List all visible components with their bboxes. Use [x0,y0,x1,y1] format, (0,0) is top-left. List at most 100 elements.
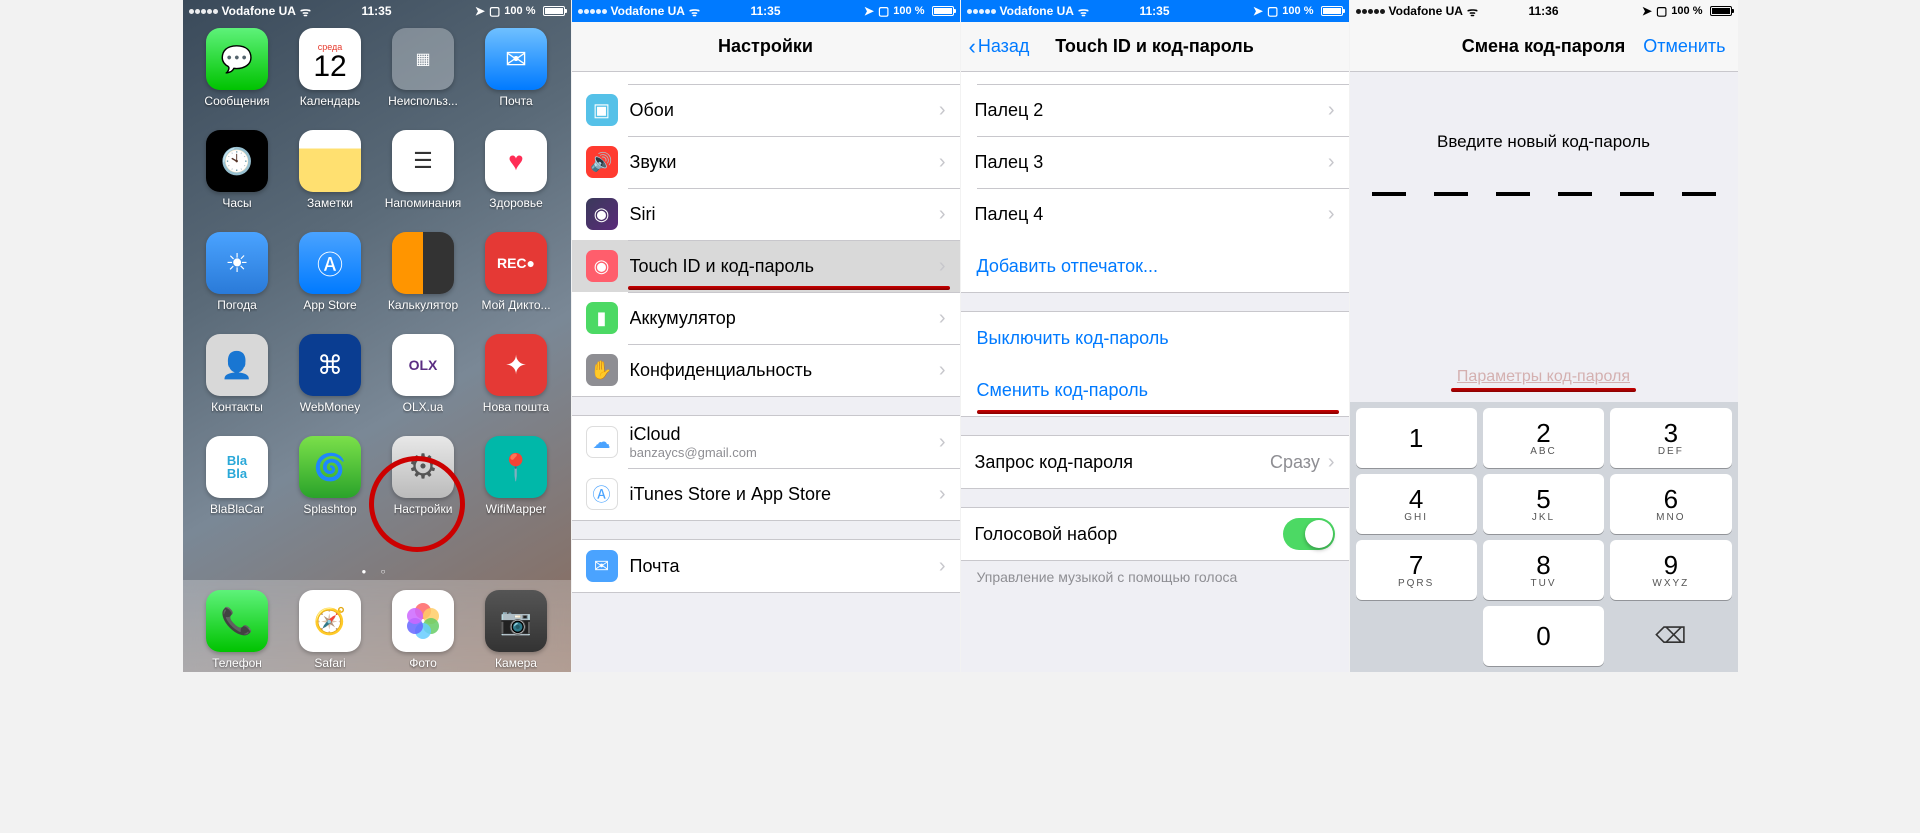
row-touchid[interactable]: ◉Touch ID и код-пароль› [572,240,960,292]
battery-icon [1710,6,1732,16]
app-calculator[interactable]: Калькулятор [382,232,464,334]
chevron-right-icon: › [939,99,946,122]
touchid-list[interactable]: Палец 2› Палец 3› Палец 4› Добавить отпе… [961,72,1349,672]
wifi-icon: ᯤ [689,3,700,20]
app-contacts[interactable]: 👤Контакты [196,334,278,436]
app-wifimapper[interactable]: 📍WifiMapper [475,436,557,538]
app-photos[interactable]: Фото [382,590,464,670]
nav-back-button[interactable]: ‹Назад [969,22,1030,71]
siri-icon: ◉ [586,198,618,230]
carrier-label: Vodafone UA [611,4,685,18]
row-privacy[interactable]: ✋Конфиденциальность› [572,344,960,396]
app-clock[interactable]: 🕙Часы [196,130,278,232]
app-splashtop[interactable]: 🌀Splashtop [289,436,371,538]
fingerprint-icon: ◉ [586,250,618,282]
row-finger2[interactable]: Палец 2› [961,84,1349,136]
webmoney-icon: ⌘ [299,334,361,396]
app-blablacar[interactable]: BlaBlaBlaBlaCar [196,436,278,538]
app-appstore[interactable]: ⒶApp Store [289,232,371,334]
key-9[interactable]: 9WXYZ [1610,540,1731,600]
footer-note: Управление музыкой с помощью голоса [961,561,1349,585]
wifi-icon: ᯤ [300,3,311,20]
row-turn-off-passcode[interactable]: Выключить код-пароль [961,312,1349,364]
chevron-right-icon: › [1328,99,1335,122]
app-health[interactable]: ♥Здоровье [475,130,557,232]
app-unused-folder[interactable]: ▦Неиспольз... [382,28,464,130]
key-5[interactable]: 5JKL [1483,474,1604,534]
app-recorder[interactable]: REC●Мой Дикто... [475,232,557,334]
location-icon: ➤ [1642,4,1652,18]
row-require-passcode[interactable]: Запрос код-пароляСразу› [961,436,1349,488]
calendar-icon: среда12 [299,28,361,90]
rotation-lock-icon: ▢ [489,4,500,18]
row-mail[interactable]: ✉︎Почта› [572,540,960,592]
panel-home-screen: Vodafone UA ᯤ 11:35 ➤ ▢ 100 % 💬Сообщения… [183,0,572,672]
chevron-right-icon: › [939,203,946,226]
row-icloud[interactable]: ☁︎iCloudbanzaycs@gmail.com› [572,416,960,468]
row-add-fingerprint[interactable]: Добавить отпечаток... [961,240,1349,292]
mail-icon: ✉︎ [485,28,547,90]
nav-title: Touch ID и код-пароль [1055,36,1254,57]
messages-icon: 💬 [206,28,268,90]
app-camera[interactable]: 📷Камера [475,590,557,670]
rotation-lock-icon: ▢ [1267,4,1278,18]
key-8[interactable]: 8TUV [1483,540,1604,600]
mail-row-icon: ✉︎ [586,550,618,582]
wifi-icon: ᯤ [1467,3,1478,20]
toggle-switch[interactable] [1283,518,1335,550]
key-2[interactable]: 2ABC [1483,408,1604,468]
row-change-passcode[interactable]: Сменить код-пароль [961,364,1349,416]
key-backspace[interactable]: ⌫ [1610,606,1731,666]
app-messages[interactable]: 💬Сообщения [196,28,278,130]
key-6[interactable]: 6MNO [1610,474,1731,534]
key-0[interactable]: 0 [1483,606,1604,666]
row-battery[interactable]: ▮Аккумулятор› [572,292,960,344]
passcode-options-link[interactable]: Параметры код-пароля [1457,368,1630,386]
app-weather[interactable]: ☀︎Погода [196,232,278,334]
app-olx[interactable]: OLXOLX.ua [382,334,464,436]
app-calendar[interactable]: среда12Календарь [289,28,371,130]
app-safari[interactable]: 🧭Safari [289,590,371,670]
row-voice-dial[interactable]: Голосовой набор [961,508,1349,560]
key-4[interactable]: 4GHI [1356,474,1477,534]
app-phone[interactable]: 📞Телефон [196,590,278,670]
chevron-right-icon: › [939,431,946,454]
row-finger3[interactable]: Палец 3› [961,136,1349,188]
app-webmoney[interactable]: ⌘WebMoney [289,334,371,436]
wifimapper-icon: 📍 [485,436,547,498]
row-itunes[interactable]: ⒶiTunes Store и App Store› [572,468,960,520]
reminders-icon: ☰ [392,130,454,192]
row-sounds[interactable]: 🔊Звуки› [572,136,960,188]
key-7[interactable]: 7PQRS [1356,540,1477,600]
icloud-icon: ☁︎ [586,426,618,458]
status-bar: Vodafone UAᯤ 11:36 ➤▢100 % [1350,0,1738,22]
status-bar: Vodafone UA ᯤ 11:35 ➤ ▢ 100 % [183,0,571,22]
row-finger4[interactable]: Палец 4› [961,188,1349,240]
app-reminders[interactable]: ☰Напоминания [382,130,464,232]
calculator-icon [392,232,454,294]
cancel-button[interactable]: Отменить [1643,22,1725,71]
chevron-right-icon: › [1328,451,1335,474]
chevron-right-icon: › [939,483,946,506]
battery-icon [543,6,565,16]
signal-dots-icon [1356,9,1385,14]
passcode-prompt: Введите новый код-пароль [1437,132,1650,152]
row-siri[interactable]: ◉Siri› [572,188,960,240]
app-novaposhta[interactable]: ✦Нова пошта [475,334,557,436]
app-notes[interactable]: Заметки [289,130,371,232]
backspace-icon: ⌫ [1655,623,1686,649]
chevron-left-icon: ‹ [969,34,976,60]
navbar: Настройки [572,22,960,72]
location-icon: ➤ [864,4,874,18]
battery-percent: 100 % [504,5,535,17]
settings-list[interactable]: ▣Обои› 🔊Звуки› ◉Siri› ◉Touch ID и код-па… [572,72,960,672]
page-indicator: ● ○ [183,567,571,576]
settings-gear-icon: ⚙︎ [392,436,454,498]
passcode-entry-area: Введите новый код-пароль Параметры код-п… [1350,72,1738,402]
app-settings[interactable]: ⚙︎Настройки [382,436,464,538]
key-1[interactable]: 1 [1356,408,1477,468]
annotation-underline [628,286,950,290]
row-wallpaper[interactable]: ▣Обои› [572,84,960,136]
key-3[interactable]: 3DEF [1610,408,1731,468]
app-mail[interactable]: ✉︎Почта [475,28,557,130]
